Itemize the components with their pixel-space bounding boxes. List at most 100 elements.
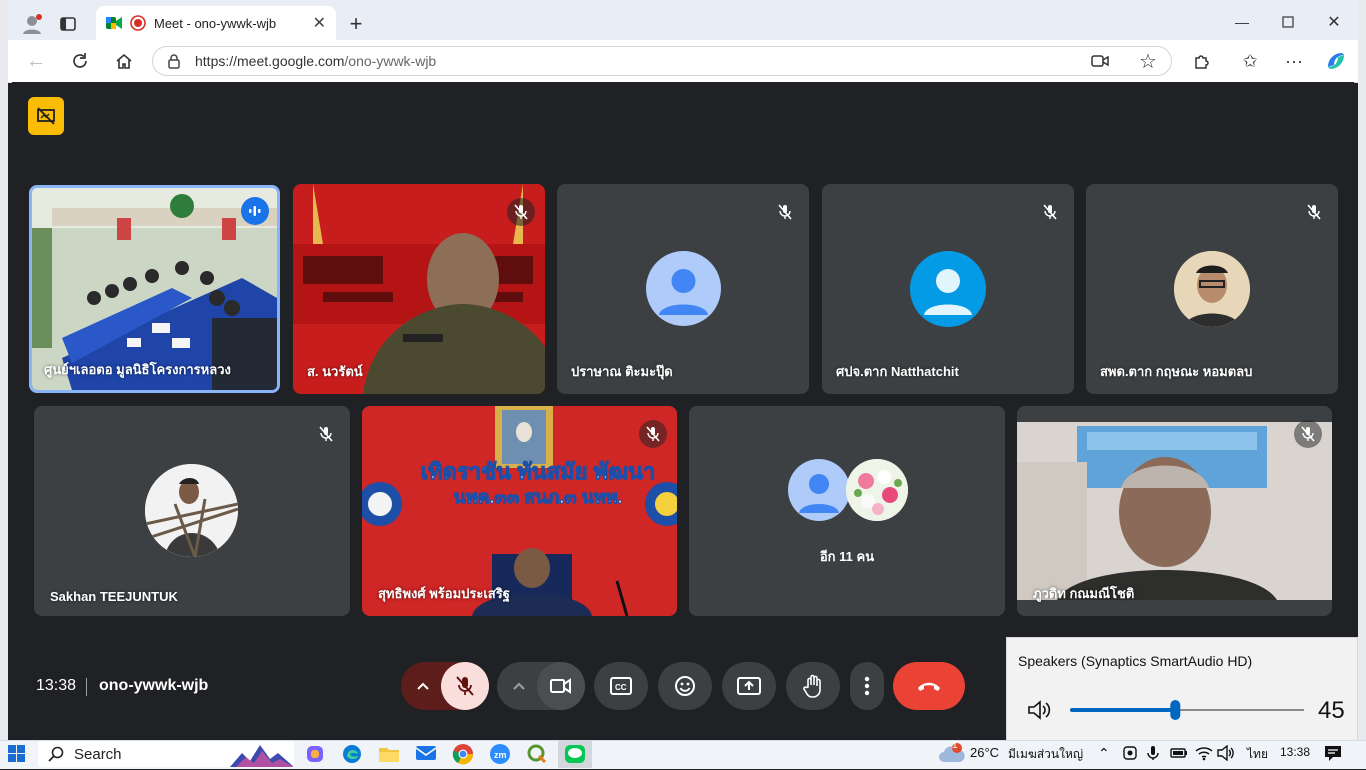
divider [86, 678, 87, 696]
windows-start-icon[interactable] [8, 745, 26, 768]
battery-icon[interactable] [1170, 746, 1188, 765]
participant-tile-5[interactable]: สพด.ตาก กฤษณะ หอมตลบ [1086, 184, 1338, 394]
participant-name: สุทธิพงศ์ พร้อมประเสริฐ [378, 586, 510, 601]
volume-slider[interactable] [1070, 699, 1304, 721]
others-tile[interactable]: อีก 11 คน [689, 406, 1005, 616]
participant-tile-7[interactable]: เทิดราชัน ทันสมัย พัฒนา นพค.๓๓ สนภ.๓ นทพ… [362, 406, 677, 616]
taskbar-search[interactable]: Search [38, 741, 294, 767]
chevron-up-icon [417, 682, 429, 690]
wifi-icon[interactable] [1195, 745, 1213, 766]
back-icon[interactable]: ← [20, 45, 52, 77]
default-avatar-icon [910, 251, 986, 327]
more-options-button[interactable] [850, 662, 884, 710]
tray-chevron-up-icon[interactable]: ⌃ [1098, 745, 1110, 762]
camera-tray-icon[interactable] [1122, 745, 1138, 766]
copilot-icon[interactable] [1320, 45, 1352, 77]
participant-name: ศูนย์ฯเลอตอ มูลนิธิโครงการหลวง [44, 362, 231, 377]
participant-tile-6[interactable]: Sakhan TEEJUNTUK [34, 406, 350, 616]
line-taskbar-item-active[interactable] [558, 740, 592, 768]
participant-tile-4[interactable]: ศปจ.ตาก Natthatchit [822, 184, 1074, 394]
temperature: 26°C [970, 745, 1000, 760]
participant-tile-3[interactable]: ปราษาณ ติะมะปุ๊ด [557, 184, 809, 394]
copilot-taskbar-icon[interactable] [304, 743, 326, 770]
captions-button[interactable]: CC [594, 662, 648, 710]
search-highlight-image [230, 741, 294, 767]
url-host: https://meet.google.com [195, 53, 345, 69]
lock-icon [168, 54, 180, 69]
microphone-tray-icon[interactable] [1147, 745, 1159, 766]
profile-icon[interactable] [16, 8, 48, 40]
svg-text:CC: CC [615, 683, 627, 692]
mic-toggle-button[interactable] [441, 662, 489, 710]
camera-in-use-icon[interactable] [1084, 45, 1116, 77]
volume-tray-icon[interactable] [1217, 744, 1235, 766]
extensions-icon[interactable] [1186, 45, 1218, 77]
address-bar[interactable]: https://meet.google.com/ono-ywwk-wjb [152, 46, 1172, 76]
audio-options-button[interactable] [401, 662, 445, 710]
volume-thumb[interactable] [1170, 700, 1181, 720]
present-button[interactable] [722, 662, 776, 710]
refresh-icon[interactable] [64, 45, 96, 77]
profile-photo [145, 464, 238, 557]
mic-muted-icon [507, 198, 535, 226]
speaker-icon[interactable] [1026, 698, 1052, 727]
presentation-paused-icon[interactable] [28, 97, 64, 135]
svg-text:zm: zm [494, 750, 507, 760]
meet-stage [12, 82, 1354, 728]
participant-tile-1[interactable]: ศูนย์ฯเลอตอ มูลนิธิโครงการหลวง [29, 185, 280, 393]
meeting-code: ono-ywwk-wjb [99, 677, 209, 694]
participant-name: ภูวดิท กณมณีโชติ [1033, 586, 1135, 601]
speaking-indicator-icon [241, 197, 269, 225]
minimize-icon[interactable]: — [1226, 6, 1258, 38]
new-tab-icon[interactable]: + [340, 8, 372, 40]
mic-muted-icon [1294, 420, 1322, 448]
weather-badge: 1 [952, 740, 958, 751]
home-icon[interactable] [108, 45, 140, 77]
participant-tile-2[interactable]: ส. นวรัตน์ [293, 184, 545, 394]
close-window-icon[interactable]: ✕ [1318, 6, 1350, 38]
taskbar-clock[interactable]: 13:38 [1280, 745, 1310, 759]
qgis-icon[interactable] [526, 743, 548, 770]
mic-muted-icon [312, 420, 340, 448]
weather-text: มีเมฆส่วนใหญ่ [1008, 747, 1084, 761]
tab-title: Meet - ono-ywwk-wjb [154, 15, 277, 31]
window-frame-left [0, 0, 8, 740]
recording-icon [130, 15, 146, 31]
emoji-icon [675, 676, 695, 696]
close-tab-icon[interactable]: ✕ [313, 13, 326, 33]
mic-muted-icon [1300, 198, 1328, 226]
participant-name: Sakhan TEEJUNTUK [50, 589, 178, 604]
edge-taskbar-icon[interactable] [341, 743, 363, 770]
input-language[interactable]: ไทย [1247, 745, 1268, 764]
search-label: Search [74, 745, 122, 763]
zoom-icon[interactable]: zm [489, 743, 511, 770]
favorites-icon[interactable]: ✩ [1234, 45, 1266, 77]
participant-tile-9[interactable]: ภูวดิท กณมณีโชติ [1017, 406, 1332, 616]
tab-actions-icon[interactable] [52, 8, 84, 40]
end-call-icon [918, 682, 940, 691]
chrome-icon[interactable] [452, 743, 474, 770]
favorite-star-icon[interactable]: ☆ [1132, 45, 1164, 77]
participant-name: ปราษาณ ติะมะปุ๊ด [571, 364, 673, 379]
leave-call-button[interactable] [893, 662, 965, 710]
microphone-control [401, 662, 489, 710]
meeting-clock: 13:38 [36, 677, 77, 694]
camera-toggle-button[interactable] [537, 662, 585, 710]
profile-photo [1174, 251, 1250, 327]
file-explorer-icon[interactable] [378, 744, 400, 769]
raise-hand-button[interactable] [786, 662, 840, 710]
window-frame-right [1358, 0, 1366, 740]
audio-device-name: Speakers (Synaptics SmartAudio HD) [1018, 653, 1253, 669]
default-avatar-icon [646, 251, 721, 326]
mic-muted-icon [771, 198, 799, 226]
participant-name: สพด.ตาก กฤษณะ หอมตลบ [1100, 364, 1253, 379]
mail-icon[interactable] [415, 744, 437, 767]
notifications-icon[interactable] [1324, 744, 1342, 767]
mic-off-icon [456, 676, 474, 696]
video-options-button[interactable] [497, 662, 541, 710]
tab-meet[interactable]: Meet - ono-ywwk-wjb ✕ [96, 6, 336, 40]
reactions-button[interactable] [658, 662, 712, 710]
default-avatar-icon [788, 459, 850, 521]
more-menu-icon[interactable]: ··· [1278, 45, 1310, 77]
maximize-icon[interactable] [1272, 6, 1304, 38]
